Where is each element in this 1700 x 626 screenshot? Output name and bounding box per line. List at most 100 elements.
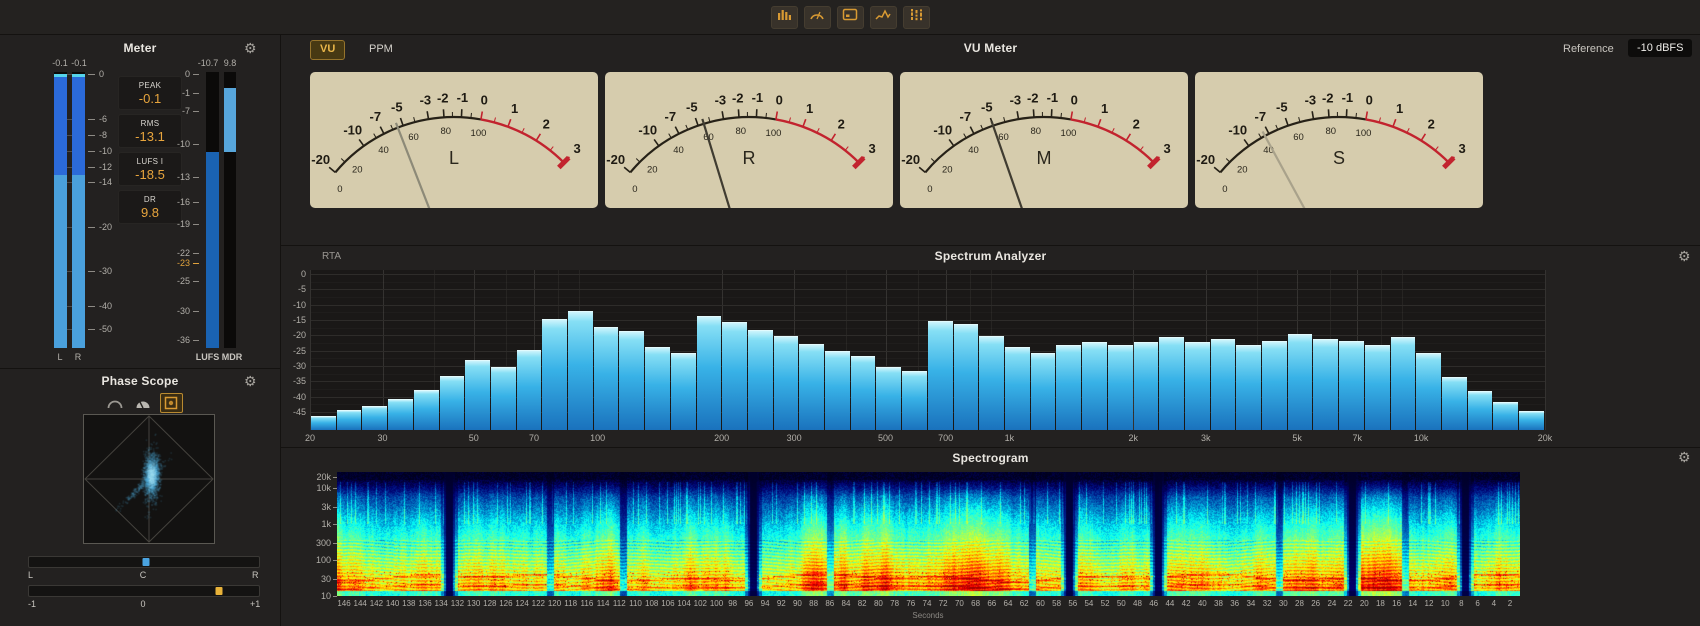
svg-text:-7: -7: [665, 109, 677, 124]
toolbar-spectrum-button[interactable]: [870, 6, 897, 29]
spectrogram-settings-gear-icon[interactable]: ⚙: [1678, 450, 1691, 464]
spectrum-bar: [362, 406, 387, 430]
spectrum-freq-label: 5k: [1292, 433, 1302, 443]
stat-dr-value: 9.8: [119, 205, 181, 220]
reference-value[interactable]: -10 dBFS: [1628, 39, 1692, 57]
svg-text:-10: -10: [638, 122, 657, 137]
meter-scale-tick: [88, 227, 95, 228]
phase-mode-scope-button[interactable]: [160, 393, 183, 413]
meter-scale-tick: [88, 151, 95, 152]
spectrogram-freq-tick: [333, 596, 337, 597]
lufs-scale-label: 0: [158, 69, 190, 79]
spectrogram-time-label: 112: [613, 599, 626, 608]
goniometer-display: [83, 414, 215, 544]
spectrum-bar: [465, 360, 490, 430]
spectrogram-time-label: 12: [1425, 599, 1434, 608]
left-panel-divider: [0, 368, 280, 369]
svg-text:S: S: [1333, 148, 1345, 168]
phase-mode-gauge-button[interactable]: [131, 393, 154, 413]
toolbar-level-meters-button[interactable]: [771, 6, 798, 29]
svg-text:-2: -2: [1322, 90, 1334, 105]
spectrum-bar: [697, 316, 722, 430]
spectrogram-time-label: 10: [1441, 599, 1450, 608]
spectrogram-time-label: 38: [1214, 599, 1223, 608]
spectrogram-time-label: 90: [793, 599, 802, 608]
channel-label-right: R: [68, 352, 88, 362]
spectrum-bar: [876, 367, 901, 431]
lufs-scale-tick: [193, 144, 199, 145]
meter-scale-label: -12: [99, 162, 112, 172]
spectrum-freq-label: 500: [878, 433, 893, 443]
spectrogram-time-label: 56: [1068, 599, 1077, 608]
spectrum-freq-label: 1k: [1005, 433, 1015, 443]
spectrum-y-label: -40: [278, 392, 306, 402]
vu-spectrum-divider: [281, 245, 1700, 246]
phase-scope-title: Phase Scope: [0, 374, 280, 388]
spectrum-icon: [875, 8, 891, 26]
svg-text:-2: -2: [1027, 90, 1039, 105]
spectrogram-time-label: 54: [1084, 599, 1093, 608]
spectrum-freq-label: 7k: [1353, 433, 1363, 443]
meter-scale-tick: [88, 167, 95, 168]
phase-mode-arc-button[interactable]: [103, 393, 126, 413]
vu-meter-r: -20-10-7-5-3-2-10123020406080100R: [605, 72, 893, 208]
vu-panel-title: VU Meter: [281, 41, 1700, 55]
svg-text:3: 3: [574, 141, 581, 156]
correlation-slider[interactable]: [28, 585, 260, 597]
spectrum-settings-gear-icon[interactable]: ⚙: [1678, 249, 1691, 263]
phase-mode-switcher: [103, 393, 183, 412]
spectrum-freq-label: 30: [377, 433, 387, 443]
spectrum-bar: [1493, 402, 1518, 430]
lufs-momentary-value: -10.7: [190, 58, 226, 68]
svg-text:-7: -7: [960, 109, 972, 124]
spectrogram-time-label: 64: [1004, 599, 1013, 608]
spectrogram-freq-tick: [333, 579, 337, 580]
spectrum-bar: [1313, 339, 1338, 430]
svg-text:20: 20: [1237, 164, 1248, 175]
svg-text:3: 3: [1459, 141, 1466, 156]
meter-settings-gear-icon[interactable]: ⚙: [244, 41, 257, 55]
spectrum-freq-label: 50: [469, 433, 479, 443]
toolbar-vu-meter-button[interactable]: [804, 6, 831, 29]
spectrum-bar: [748, 330, 773, 430]
correlation-slider-handle[interactable]: [215, 587, 222, 595]
lufs-dr-fill: [224, 88, 236, 153]
svg-text:1: 1: [1101, 101, 1108, 116]
lufs-scale-label: -13: [158, 172, 190, 182]
meter-scale-tick: [88, 306, 95, 307]
spectrogram-time-label: 124: [515, 599, 528, 608]
lufs-scale-label: -16: [158, 197, 190, 207]
spectrum-gridline-v: [1545, 270, 1546, 430]
lufs-caption: LUFS MDR: [170, 352, 268, 362]
lufs-scale-tick: [193, 111, 199, 112]
spectrogram-canvas: [337, 472, 1520, 596]
spectrum-bar: [1056, 345, 1081, 430]
spectrogram-time-label: 2: [1508, 599, 1512, 608]
lufs-scale-label: -30: [158, 306, 190, 316]
toolbar-phase-scope-button[interactable]: [837, 6, 864, 29]
spectrogram-time-label: 98: [728, 599, 737, 608]
spectrum-bars: [311, 270, 1545, 430]
lufs-scale-tick: [193, 253, 199, 254]
spectrum-bar: [542, 319, 567, 430]
spectrum-bar: [1391, 337, 1416, 430]
svg-text:-20: -20: [901, 152, 920, 167]
spectrum-bar: [928, 321, 953, 431]
meter-scale-tick: [88, 329, 95, 330]
lufs-scale-label: -7: [158, 106, 190, 116]
spectrum-bar: [568, 311, 593, 430]
svg-text:3: 3: [1164, 141, 1171, 156]
spectrogram-freq-tick: [333, 560, 337, 561]
spectrum-y-label: -15: [278, 315, 306, 325]
spectrum-bar: [1031, 353, 1056, 430]
spectrum-y-label: -45: [278, 407, 306, 417]
spectrogram-time-label: 136: [418, 599, 431, 608]
spectrum-bar: [1082, 342, 1107, 430]
phase-settings-gear-icon[interactable]: ⚙: [244, 374, 257, 388]
balance-slider[interactable]: [28, 556, 260, 568]
toolbar-spectrogram-button[interactable]: [903, 6, 930, 29]
vu-meter-m: -20-10-7-5-3-2-10123020406080100M: [900, 72, 1188, 208]
lufs-scale-tick: [193, 177, 199, 178]
balance-slider-handle[interactable]: [143, 558, 150, 566]
spectrogram-time-label: 134: [435, 599, 448, 608]
